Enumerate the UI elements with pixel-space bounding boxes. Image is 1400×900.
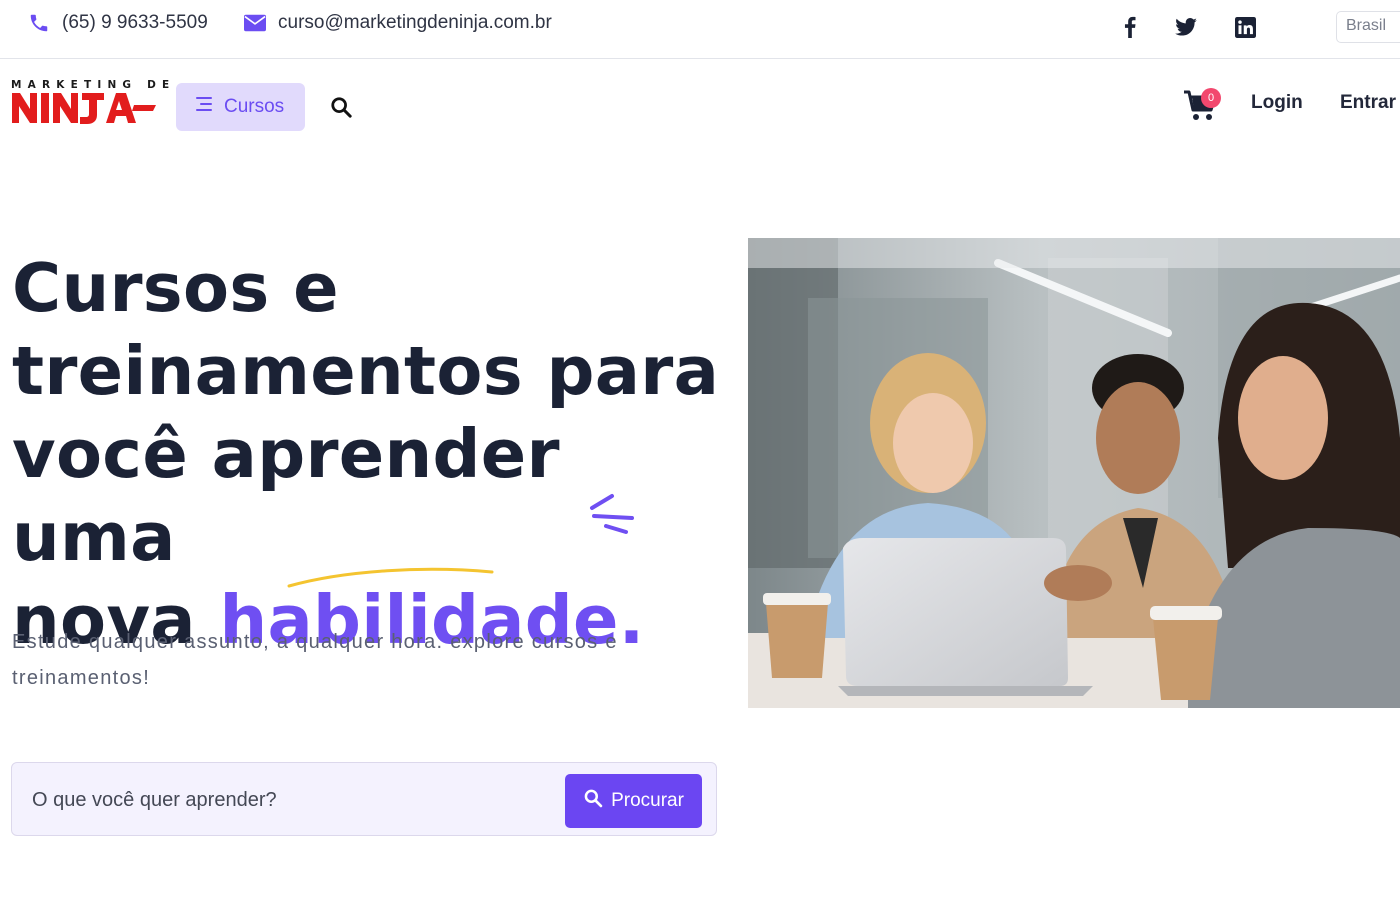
hero-title-line1: Cursos e — [12, 249, 339, 327]
top-bar: (65) 9 9633-5509 curso@marketingdeninja.… — [0, 0, 1400, 59]
sparkle-icon — [590, 494, 634, 534]
entrar-link[interactable]: Entrar — [1340, 92, 1396, 114]
cursos-label: Cursos — [224, 96, 285, 117]
phone-contact[interactable]: (65) 9 9633-5509 — [28, 12, 208, 34]
phone-number: (65) 9 9633-5509 — [62, 12, 208, 33]
logo-top-text: MARKETING DE — [11, 79, 176, 91]
mail-icon — [244, 14, 266, 32]
linkedin-icon[interactable] — [1232, 14, 1258, 40]
email-contact[interactable]: curso@marketingdeninja.com.br — [244, 12, 552, 34]
twitter-icon[interactable] — [1173, 14, 1199, 40]
hero-photo — [748, 238, 1400, 708]
menu-lines-icon — [196, 96, 214, 118]
hero-title-line3: você aprender uma — [12, 415, 560, 576]
course-search-input[interactable] — [32, 785, 552, 815]
language-select[interactable]: Brasil — [1336, 11, 1400, 43]
email-address: curso@marketingdeninja.com.br — [278, 12, 552, 33]
facebook-icon[interactable] — [1117, 14, 1143, 40]
search-icon[interactable] — [330, 96, 354, 120]
cursos-menu-button[interactable]: Cursos — [176, 83, 305, 131]
hero-title-line2: treinamentos para — [12, 332, 720, 410]
login-link[interactable]: Login — [1251, 92, 1303, 114]
procurar-label: Procurar — [611, 790, 684, 811]
search-icon — [583, 788, 603, 814]
procurar-button[interactable]: Procurar — [565, 774, 702, 828]
hero-title: Cursos e treinamentos para você aprender… — [12, 247, 732, 662]
hero-subtitle: Estude qualquer assunto, a qualquer hora… — [12, 631, 618, 689]
highlight-underline — [287, 567, 494, 588]
logo-mark — [12, 93, 156, 124]
phone-icon — [28, 12, 50, 34]
cart-count-badge: 0 — [1201, 88, 1221, 108]
logo[interactable]: MARKETING DE — [10, 79, 169, 129]
course-search-bar: Procurar — [11, 762, 717, 836]
